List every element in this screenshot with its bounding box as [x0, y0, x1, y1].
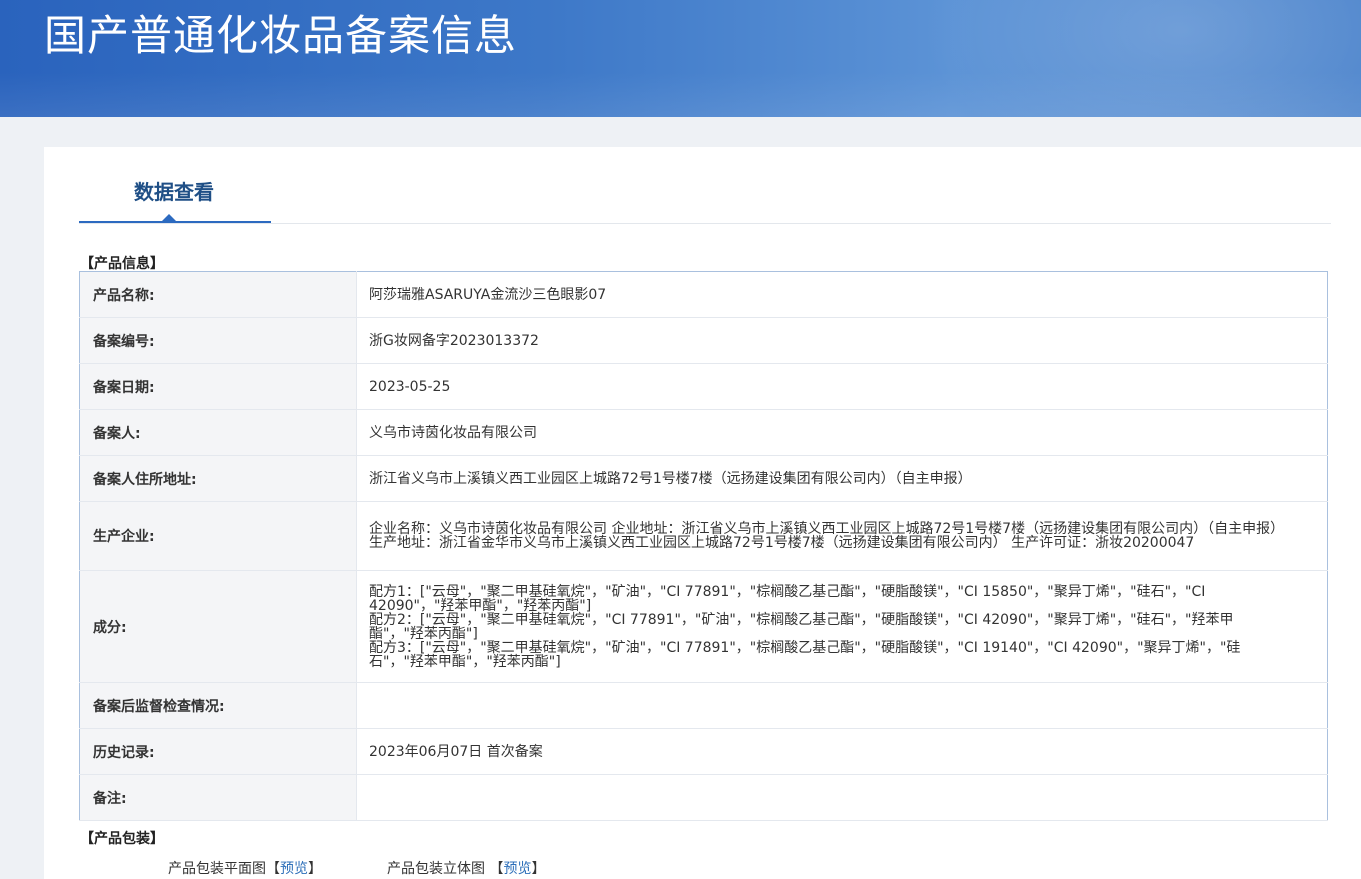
section-title-packaging: 【产品包装】 [80, 831, 164, 847]
row-label: 历史记录: [79, 728, 357, 775]
content-panel: 数据查看 【产品信息】 产品名称: 阿莎瑞雅ASARUYA金流沙三色眼影07 备… [44, 147, 1361, 879]
tab-active-caret [162, 214, 176, 221]
row-label: 产品名称: [79, 271, 357, 318]
bracket: 】 [531, 861, 546, 877]
bracket: 【 [266, 861, 280, 877]
row-label: 备注: [79, 774, 357, 821]
formula-line: 配方1：["云母"，"聚二甲基硅氧烷"，"矿油"，"CI 77891"，"棕榈酸… [369, 583, 1206, 614]
table-row: 备案后监督检查情况: [79, 682, 1328, 729]
bracket: 【 [489, 861, 504, 877]
row-label: 生产企业: [79, 501, 357, 571]
bracket: 】 [308, 861, 322, 877]
package-solid-label: 产品包装立体图 [387, 861, 485, 877]
table-row: 备案编号: 浙G妆网备字2023013372 [79, 317, 1328, 364]
formula-line: 配方3：["云母"，"聚二甲基硅氧烷"，"矿油"，"CI 77891"，"棕榈酸… [369, 639, 1241, 670]
header-banner: 国产普通化妆品备案信息 [0, 0, 1361, 117]
table-row: 备案人: 义乌市诗茵化妆品有限公司 [79, 409, 1328, 456]
package-flat-label: 产品包装平面图 [168, 861, 266, 877]
table-row: 生产企业: 企业名称：义乌市诗茵化妆品有限公司 企业地址：浙江省义乌市上溪镇义西… [79, 501, 1328, 571]
table-row: 成分: 配方1：["云母"，"聚二甲基硅氧烷"，"矿油"，"CI 77891"，… [79, 570, 1328, 683]
package-solid-preview-link[interactable]: 预览 [503, 861, 531, 877]
formula-line: 配方2：["云母"，"聚二甲基硅氧烷"，"CI 77891"，"矿油"，"棕榈酸… [369, 611, 1234, 642]
row-label: 备案人: [79, 409, 357, 456]
row-value: 企业名称：义乌市诗茵化妆品有限公司 企业地址：浙江省义乌市上溪镇义西工业园区上城… [356, 501, 1328, 571]
table-row: 备案人住所地址: 浙江省义乌市上溪镇义西工业园区上城路72号1号楼7楼（远扬建设… [79, 455, 1328, 502]
tab-divider [79, 223, 1331, 224]
row-value [356, 774, 1328, 821]
row-value: 浙江省义乌市上溪镇义西工业园区上城路72号1号楼7楼（远扬建设集团有限公司内）（… [356, 455, 1328, 502]
package-flat-item: 产品包装平面图【预览】 [168, 858, 322, 878]
product-info-table: 产品名称: 阿莎瑞雅ASARUYA金流沙三色眼影07 备案编号: 浙G妆网备字2… [79, 271, 1328, 821]
row-value [356, 682, 1328, 729]
row-label: 成分: [79, 570, 357, 683]
section-title-product-info: 【产品信息】 [80, 256, 164, 272]
row-value: 阿莎瑞雅ASARUYA金流沙三色眼影07 [356, 271, 1328, 318]
table-row: 产品名称: 阿莎瑞雅ASARUYA金流沙三色眼影07 [79, 271, 1328, 318]
package-flat-preview-link[interactable]: 预览 [280, 861, 308, 877]
row-label: 备案编号: [79, 317, 357, 364]
row-value: 义乌市诗茵化妆品有限公司 [356, 409, 1328, 456]
row-label: 备案人住所地址: [79, 455, 357, 502]
row-value: 浙G妆网备字2023013372 [356, 317, 1328, 364]
row-value-ingredients: 配方1：["云母"，"聚二甲基硅氧烷"，"矿油"，"CI 77891"，"棕榈酸… [356, 570, 1328, 683]
table-row: 备注: [79, 774, 1328, 821]
table-row: 历史记录: 2023年06月07日 首次备案 [79, 728, 1328, 775]
row-label: 备案日期: [79, 363, 357, 410]
row-label: 备案后监督检查情况: [79, 682, 357, 729]
table-row: 备案日期: 2023-05-25 [79, 363, 1328, 410]
page-title: 国产普通化妆品备案信息 [44, 11, 518, 60]
row-value: 2023-05-25 [356, 363, 1328, 410]
package-solid-item: 产品包装立体图 【预览】 [387, 858, 545, 878]
row-value: 2023年06月07日 首次备案 [356, 728, 1328, 775]
